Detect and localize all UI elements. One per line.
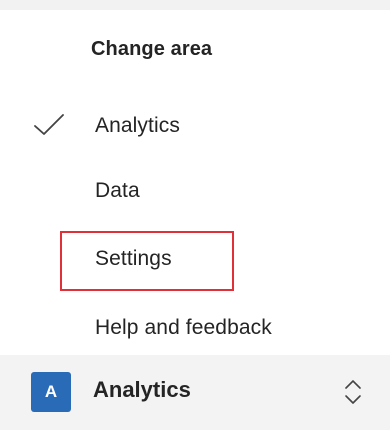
menu-item-label: Data (95, 179, 140, 202)
checkmark-icon (34, 114, 64, 135)
menu-item-label: Help and feedback (95, 316, 272, 339)
area-avatar: A (31, 372, 71, 412)
menu-item-analytics[interactable]: Analytics (0, 96, 390, 156)
menu-item-data[interactable]: Data (0, 161, 390, 221)
menu-item-label: Analytics (95, 114, 180, 137)
area-switcher[interactable]: A Analytics (0, 355, 390, 430)
top-separator (0, 0, 390, 10)
menu-header: Change area (91, 38, 213, 60)
settings-highlight-box (60, 231, 234, 291)
menu-item-help-and-feedback[interactable]: Help and feedback (0, 298, 390, 358)
change-area-menu: Change area Analytics Data Settings Help… (0, 10, 390, 355)
current-area-name: Analytics (93, 377, 191, 402)
chevron-up-down-icon[interactable] (343, 377, 363, 407)
